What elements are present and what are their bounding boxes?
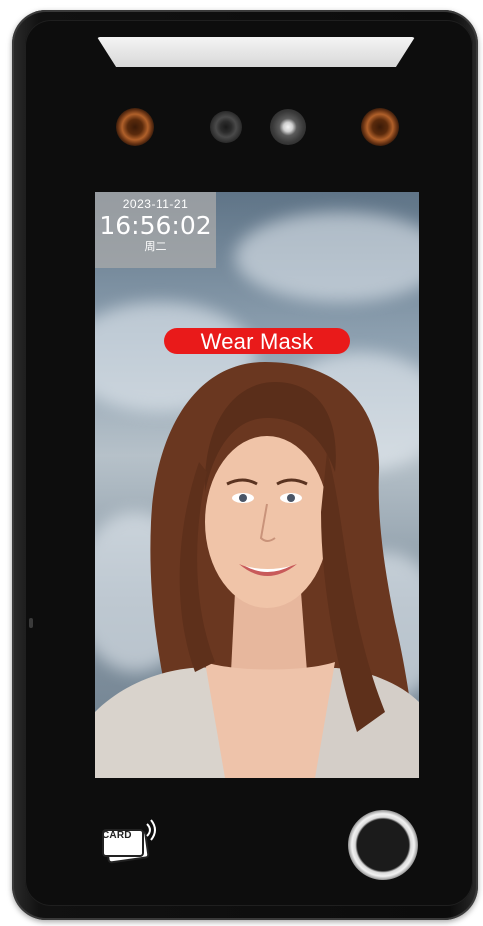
clock-weekday: 周二 (144, 241, 167, 253)
bottom-control-panel: CARD (95, 800, 425, 890)
left-infrared-led-icon (116, 108, 154, 146)
main-camera-icon (270, 109, 306, 145)
fill-light-bar (97, 37, 415, 67)
wear-mask-alert: Wear Mask (164, 328, 350, 354)
clock-time: 16:56:02 (99, 211, 212, 240)
clock-widget: 2023-11-21 16:56:02 周二 (95, 192, 216, 268)
iris-shape (239, 494, 247, 502)
small-camera-icon (210, 111, 242, 143)
clock-date: 2023-11-21 (122, 197, 189, 211)
face-shape (205, 436, 329, 608)
right-infrared-led-icon (361, 108, 399, 146)
chest-shape (205, 662, 335, 778)
fingerprint-sensor-icon[interactable] (348, 810, 418, 880)
display-screen: 2023-11-21 16:56:02 周二 Wear Mask (95, 192, 419, 778)
face-preview-image (95, 362, 419, 778)
card-reader-label: CARD (102, 830, 132, 841)
iris-shape (287, 494, 295, 502)
card-reader-icon[interactable] (99, 818, 161, 868)
side-button (29, 618, 33, 628)
